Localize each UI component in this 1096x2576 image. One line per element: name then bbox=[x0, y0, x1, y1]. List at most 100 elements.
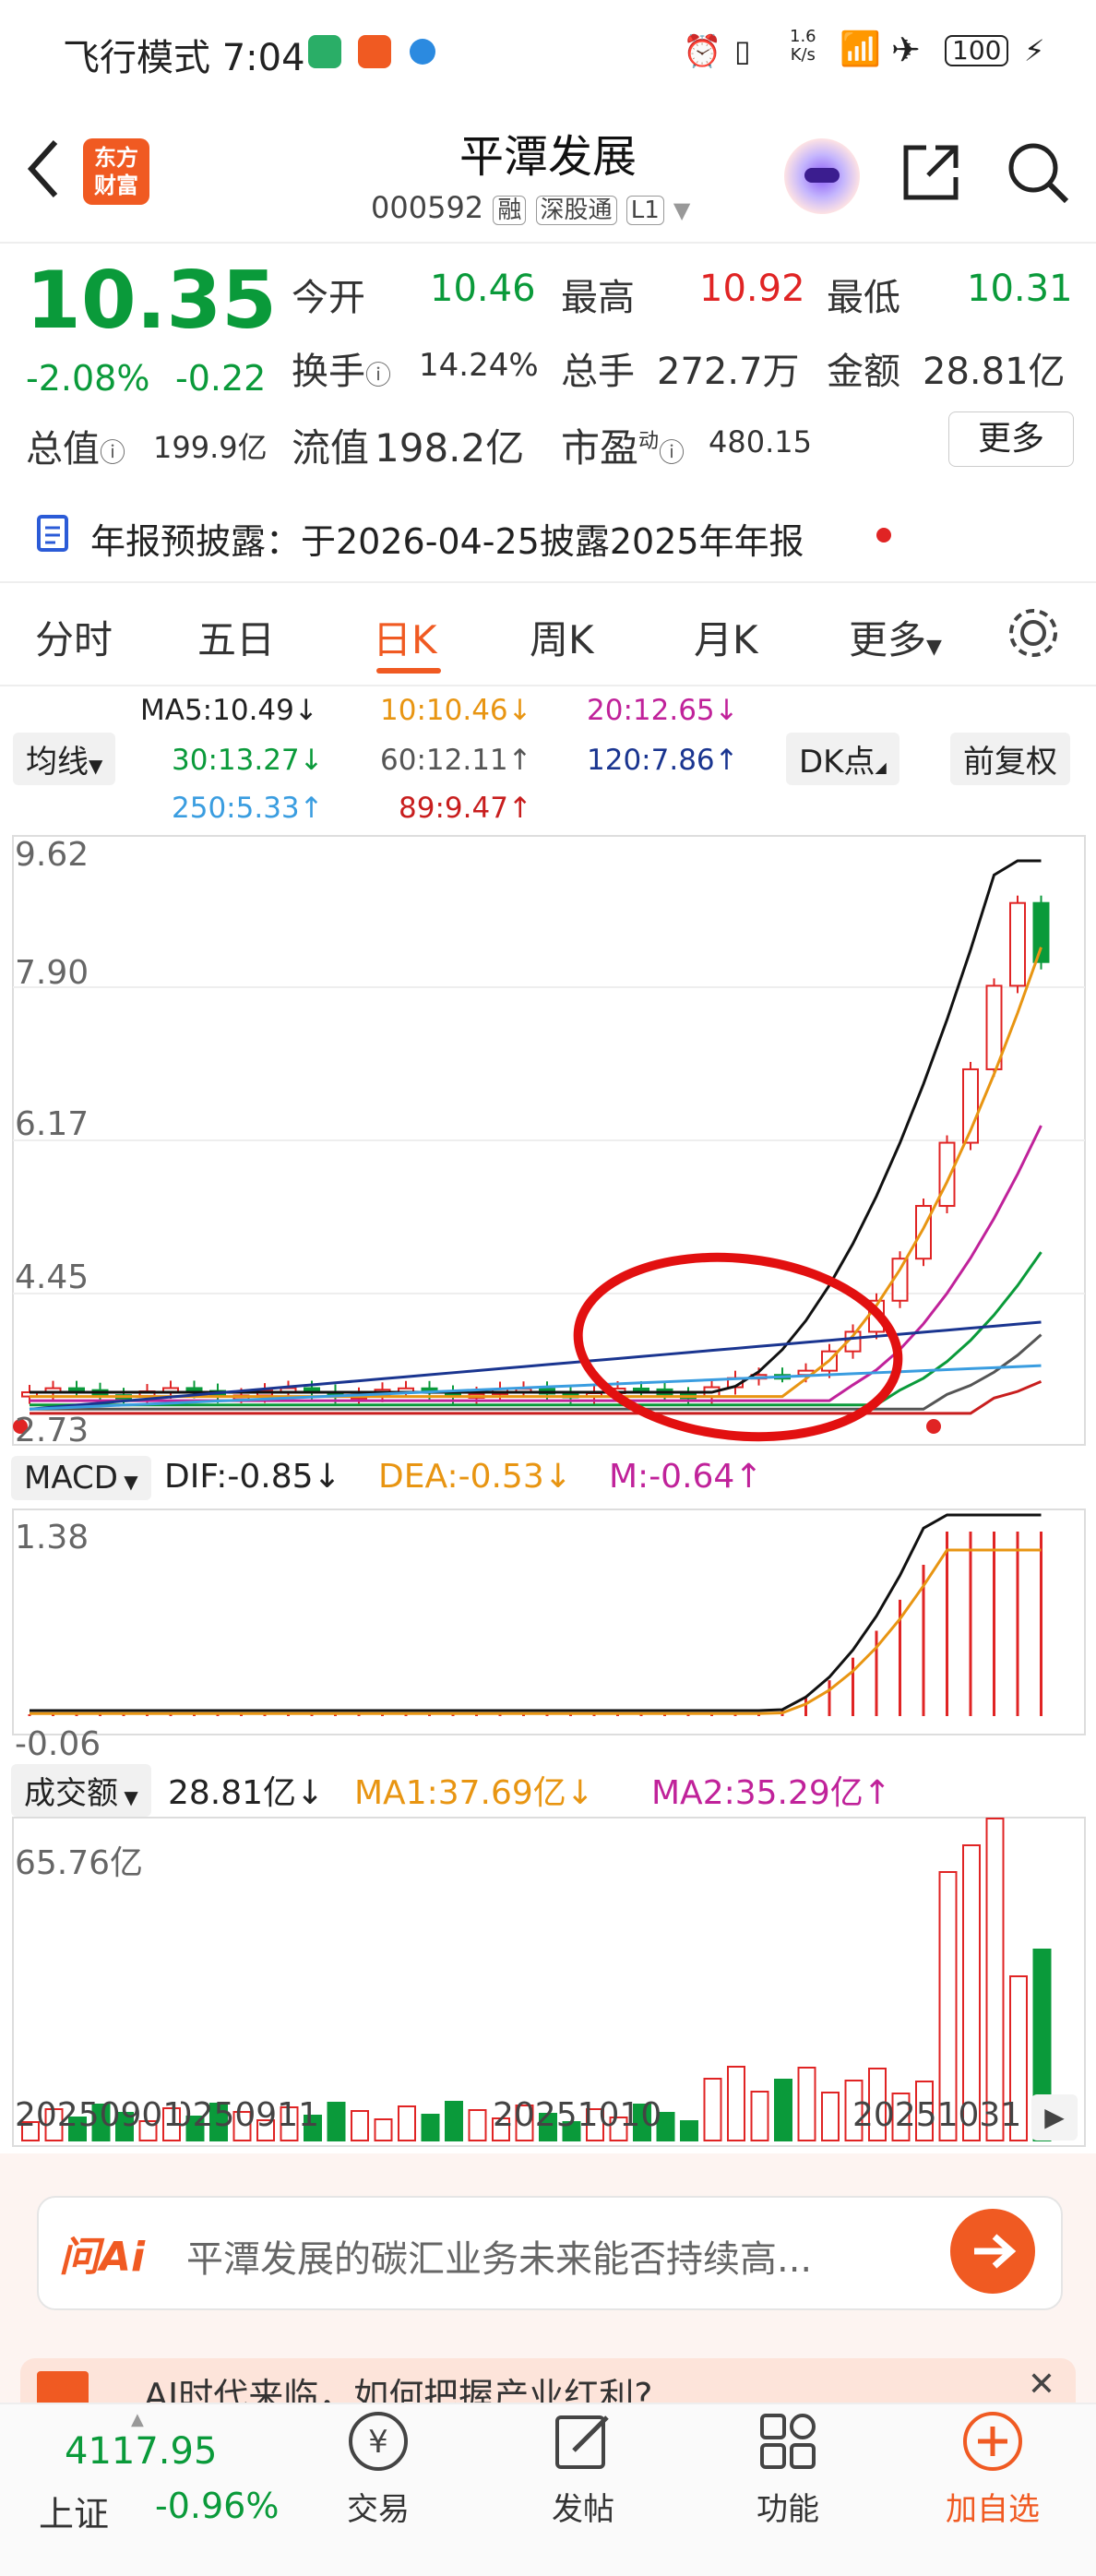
volume-value: 272.7万 bbox=[657, 351, 800, 393]
open-value: 10.46 bbox=[430, 268, 536, 310]
candlesticks bbox=[21, 895, 1050, 1404]
macd-histogram bbox=[28, 1513, 1042, 1716]
date-label: 20251031 bbox=[852, 2096, 1022, 2134]
caret-down-icon: ▼ bbox=[117, 1471, 138, 1493]
nav-functions-label: 功能 bbox=[756, 2491, 819, 2528]
margin-tag: 融 bbox=[493, 196, 527, 225]
ma5-label: MA5:10.49↓ bbox=[140, 694, 318, 727]
network-speed: 1.6 K/s bbox=[790, 28, 816, 65]
low-label: 最低 bbox=[827, 277, 900, 319]
date-label: 20250911 bbox=[181, 2096, 319, 2134]
network-speed-value: 1.6 bbox=[790, 27, 816, 46]
macd-dif: DIF:-0.85↓ bbox=[164, 1458, 341, 1496]
index-change[interactable]: -0.96% bbox=[155, 2486, 279, 2526]
amount-label: 金额 bbox=[827, 351, 900, 393]
caret-down-icon: ▼ bbox=[89, 755, 103, 777]
shenzhen-connect-tag: 深股通 bbox=[535, 196, 617, 225]
volume-bar bbox=[821, 2092, 840, 2141]
high-value: 10.92 bbox=[699, 268, 805, 310]
airplane-mode-text: 飞行模式 bbox=[63, 37, 210, 79]
price-axis-label: 7.90 bbox=[15, 954, 89, 992]
vibrate-icon: ▯ bbox=[734, 33, 751, 68]
stock-code: 000592 bbox=[371, 190, 484, 225]
charging-icon: ⚡ bbox=[1024, 33, 1045, 68]
volume-selector[interactable]: 成交额 ▼ bbox=[11, 1764, 151, 1817]
candle-body bbox=[915, 1205, 932, 1260]
ma-selector[interactable]: 均线▼ bbox=[13, 733, 116, 785]
nav-trade[interactable]: ¥ 交易 bbox=[286, 2408, 471, 2529]
ma20-label: 20:12.65↓ bbox=[587, 694, 739, 727]
volume-bar bbox=[774, 2079, 792, 2141]
annual-report-notice[interactable]: 年报预披露：于2026-04-25披露2025年年报 bbox=[90, 513, 804, 564]
volume-bars bbox=[21, 1818, 1052, 2141]
ai-label: 问Ai bbox=[59, 2234, 146, 2281]
volume-bar bbox=[398, 2105, 416, 2141]
chart-settings-button[interactable] bbox=[1006, 605, 1061, 664]
volume-ma1: MA1:37.69亿↓ bbox=[354, 1774, 594, 1812]
corner-arrow-icon: ◢ bbox=[875, 758, 887, 776]
caret-up-icon: ▲ bbox=[131, 2410, 144, 2429]
candle-body bbox=[985, 984, 1003, 1070]
scroll-right-button[interactable]: ▶ bbox=[1031, 2094, 1078, 2141]
more-button[interactable]: 更多 bbox=[948, 411, 1074, 467]
candle-body bbox=[938, 1141, 956, 1208]
nav-add-watchlist[interactable]: 加自选 bbox=[900, 2408, 1085, 2529]
float-cap-value: 198.2亿 bbox=[375, 425, 525, 471]
ai-question-text[interactable]: 平潭发展的碳汇业务未来能否持续高... bbox=[186, 2229, 812, 2283]
nav-functions[interactable]: 功能 bbox=[696, 2408, 880, 2529]
nav-post-label: 发帖 bbox=[552, 2491, 614, 2528]
index-value[interactable]: 4117.95 bbox=[65, 2430, 217, 2473]
tab-five-day[interactable]: 五日 bbox=[197, 609, 275, 665]
tab-intraday[interactable]: 分时 bbox=[35, 609, 113, 665]
chevron-down-icon[interactable]: ▼ bbox=[673, 197, 690, 223]
nav-add-watchlist-label: 加自选 bbox=[946, 2491, 1040, 2528]
volume-bar bbox=[985, 1818, 1005, 2141]
price-axis-label: 6.17 bbox=[15, 1105, 89, 1143]
close-icon[interactable]: ✕ bbox=[1028, 2366, 1055, 2403]
svg-text:¥: ¥ bbox=[368, 2424, 388, 2461]
volume-bar bbox=[797, 2067, 816, 2141]
change-amount: -0.22 bbox=[175, 358, 267, 399]
price-adjust-button[interactable]: 前复权 bbox=[950, 733, 1070, 785]
tab-weekly-k[interactable]: 周K bbox=[530, 609, 594, 665]
ma30-label: 30:13.27↓ bbox=[172, 744, 324, 777]
ai-send-button[interactable] bbox=[950, 2209, 1035, 2294]
volume-bar bbox=[680, 2120, 698, 2141]
search-button[interactable] bbox=[1006, 140, 1070, 209]
macd-axis-label: -0.06 bbox=[15, 1725, 101, 1763]
battery-level: 100 bbox=[952, 35, 1002, 66]
arrow-right-icon bbox=[974, 2234, 1017, 2269]
unread-dot bbox=[876, 528, 891, 543]
market-cap-label: 总值ⓘ bbox=[26, 419, 125, 472]
volume-bar bbox=[703, 2078, 722, 2141]
wifi-icon: 📶 bbox=[840, 30, 881, 68]
nav-post[interactable]: 发帖 bbox=[491, 2408, 675, 2529]
volume-bar bbox=[421, 2114, 440, 2141]
info-icon[interactable]: ⓘ bbox=[100, 437, 125, 468]
tab-monthly-k[interactable]: 月K bbox=[694, 609, 758, 665]
macd-selector[interactable]: MACD ▼ bbox=[11, 1456, 151, 1500]
info-icon[interactable]: ⓘ bbox=[659, 437, 685, 468]
dk-point-button[interactable]: DK点◢ bbox=[786, 733, 899, 785]
wechat-icon bbox=[308, 35, 341, 68]
yen-circle-icon: ¥ bbox=[349, 2412, 408, 2471]
gear-icon bbox=[1009, 609, 1057, 657]
share-button[interactable] bbox=[899, 140, 963, 209]
volume-label: 总手 bbox=[561, 351, 635, 393]
dk-point-label: DK点 bbox=[799, 744, 876, 781]
date-label: 20251010 bbox=[493, 2096, 662, 2134]
app-notification-icon bbox=[358, 35, 391, 68]
macd-axis-label: 1.38 bbox=[15, 1519, 89, 1556]
tab-daily-k[interactable]: 日K bbox=[373, 609, 437, 665]
tab-more[interactable]: 更多▼ bbox=[849, 609, 942, 665]
ma60-label: 60:12.11↑ bbox=[380, 744, 532, 777]
grid-icon bbox=[760, 2414, 816, 2469]
ai-assistant-avatar[interactable] bbox=[784, 138, 860, 214]
pe-value: 480.15 bbox=[709, 424, 812, 459]
macd-dea: DEA:-0.53↓ bbox=[378, 1458, 572, 1496]
divider bbox=[0, 581, 1096, 583]
change-percent: -2.08% bbox=[26, 358, 150, 399]
caret-down-icon: ▼ bbox=[118, 1786, 138, 1808]
info-icon[interactable]: ⓘ bbox=[365, 360, 391, 390]
index-name[interactable]: 上证 bbox=[39, 2486, 109, 2536]
